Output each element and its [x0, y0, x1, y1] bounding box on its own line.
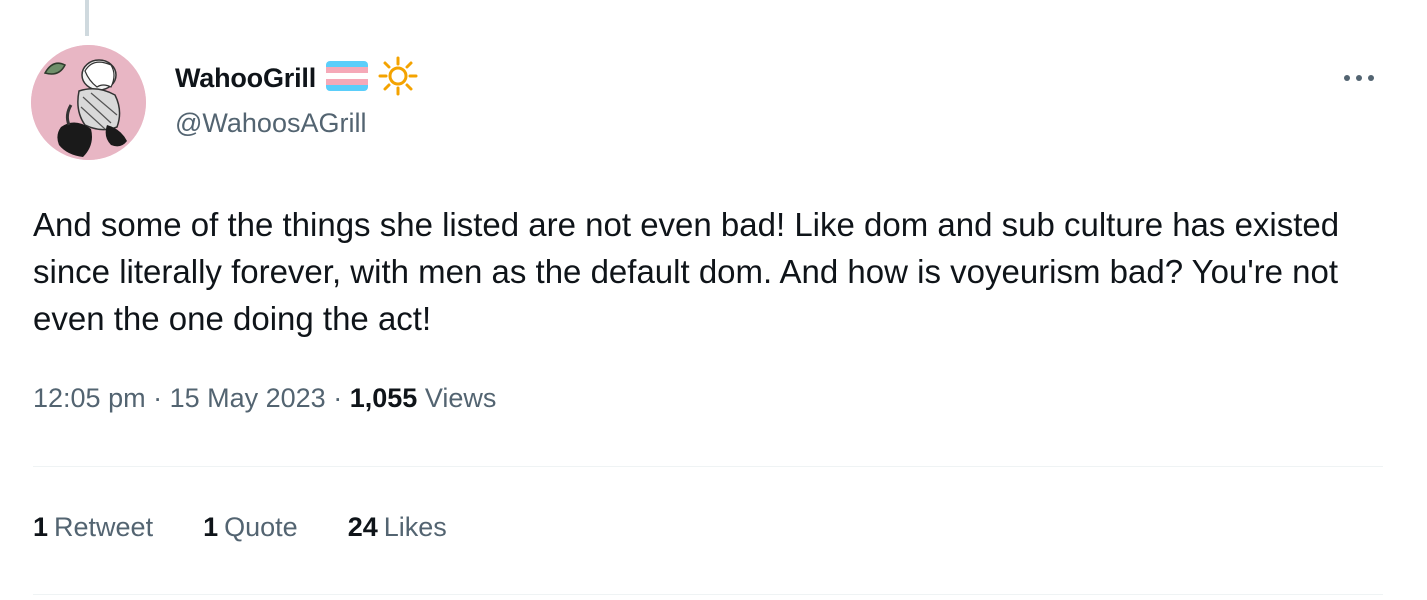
tweet-text: And some of the things she listed are no…: [33, 206, 1340, 337]
transgender-flag-icon: [326, 60, 368, 96]
user-handle[interactable]: @WahoosAGrill: [175, 108, 366, 139]
divider: [33, 466, 1383, 467]
retweets-label: Retweet: [54, 512, 154, 542]
quotes-stat[interactable]: 1 Quote: [203, 512, 298, 543]
views-count: 1,055: [349, 383, 418, 413]
divider: [33, 594, 1383, 595]
display-name[interactable]: WahooGrill: [175, 63, 316, 94]
likes-count: 24: [347, 512, 378, 542]
more-options-button[interactable]: [1335, 58, 1383, 98]
author-name-row: WahooGrill: [175, 56, 418, 100]
tweet-meta: 12:05 pm · 15 May 2023 · 1,055 Views: [33, 383, 496, 414]
meta-separator: ·: [153, 383, 170, 413]
avatar[interactable]: [31, 45, 146, 160]
meta-separator: ·: [333, 383, 350, 413]
tweet-time[interactable]: 12:05 pm: [33, 383, 146, 413]
tweet-date[interactable]: 15 May 2023: [170, 383, 326, 413]
more-horizontal-icon: [1344, 75, 1374, 81]
quotes-count: 1: [203, 512, 219, 542]
likes-label: Likes: [383, 512, 447, 542]
retweets-stat[interactable]: 1 Retweet: [33, 512, 153, 543]
thread-connector-line: [85, 0, 89, 36]
retweets-count: 1: [33, 512, 49, 542]
avatar-illustration: [31, 45, 146, 160]
sun-icon: [378, 56, 418, 101]
likes-stat[interactable]: 24 Likes: [348, 512, 447, 543]
views-label: Views: [424, 383, 497, 413]
quotes-label: Quote: [224, 512, 298, 542]
engagement-stats: 1 Retweet 1 Quote 24 Likes: [33, 512, 447, 543]
